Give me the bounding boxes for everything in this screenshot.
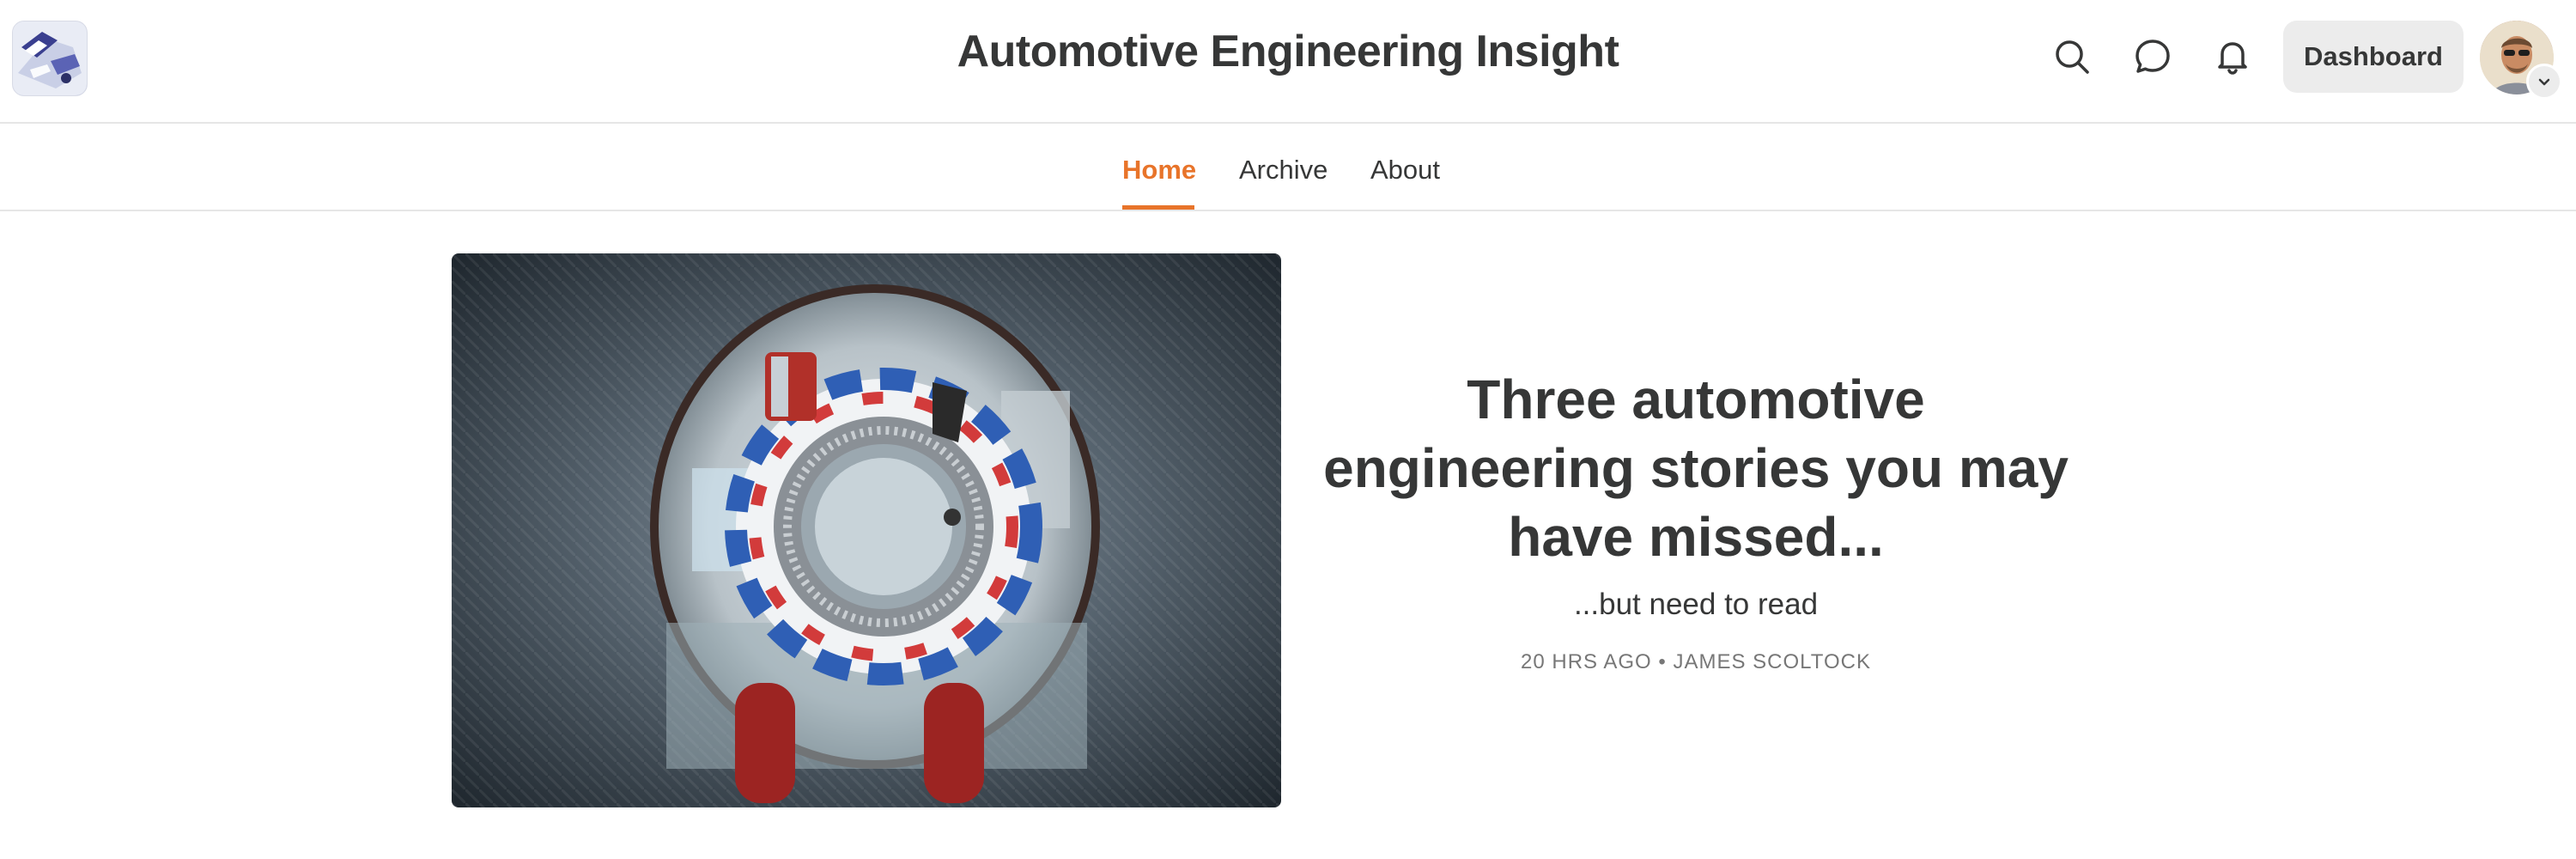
- section-nav: Home Archive About: [0, 124, 2576, 211]
- meta-separator: •: [1658, 650, 1667, 673]
- featured-post-image[interactable]: [452, 253, 1281, 807]
- electric-motor-stator-photo: [452, 253, 1281, 807]
- chat-glyph: [2136, 40, 2170, 73]
- chevron-glyph: [2538, 78, 2550, 86]
- active-tab-indicator: [1122, 205, 1194, 210]
- nav-item-home[interactable]: Home: [1122, 155, 1196, 186]
- top-bar: Automotive Engineering Insight Dashboard: [0, 0, 2576, 124]
- chat-bubble-icon[interactable]: [2129, 33, 2177, 81]
- post-author[interactable]: JAMES SCOLTOCK: [1673, 650, 1871, 673]
- chevron-down-icon[interactable]: [2526, 64, 2562, 100]
- featured-post-subtitle: ...but need to read: [1573, 588, 1819, 621]
- search-glyph: [2056, 40, 2089, 74]
- featured-post-title[interactable]: Three automotive engineering stories you…: [1322, 365, 2069, 571]
- featured-post-meta: 20 HRS AGO • JAMES SCOLTOCK: [1322, 650, 2069, 674]
- bell-icon[interactable]: [2208, 33, 2257, 81]
- site-title[interactable]: Automotive Engineering Insight: [0, 26, 2576, 77]
- post-time-ago: 20 HRS AGO: [1521, 650, 1652, 673]
- dashboard-button[interactable]: Dashboard: [2283, 21, 2464, 93]
- bell-glyph: [2218, 42, 2247, 75]
- nav-item-archive[interactable]: Archive: [1239, 155, 1327, 186]
- search-icon[interactable]: [2048, 33, 2096, 81]
- nav-item-about[interactable]: About: [1370, 155, 1440, 186]
